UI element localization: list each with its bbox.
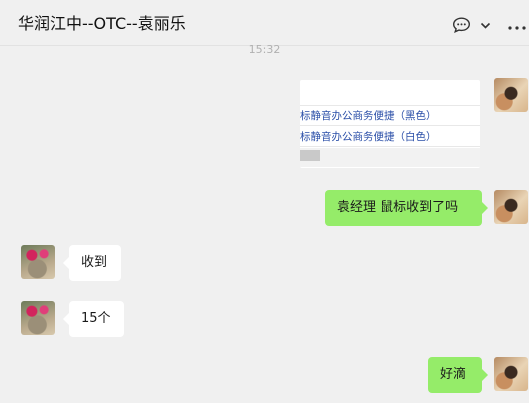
product-line-black: 标静音办公商务便捷（黑色） [300,110,437,122]
product-line-white: 标静音办公商务便捷（白色） [300,131,437,143]
card-scroll-thumb[interactable] [300,150,320,161]
message-bubble-self[interactable]: 好滴 [428,357,482,393]
my-avatar[interactable] [494,357,528,391]
card-scrollbar [300,148,480,167]
my-avatar[interactable] [494,190,528,224]
message-bubble-contact[interactable]: 收到 [69,245,121,281]
chat-bubble-icon[interactable] [452,17,471,33]
product-card[interactable]: 标静音办公商务便捷（黑色） 标静音办公商务便捷（白色） [300,80,480,168]
message-bubble-contact[interactable]: 15个 [69,301,124,337]
contact-avatar[interactable] [21,301,55,335]
bubble-tail [482,202,488,214]
bubble-tail [63,313,69,325]
chevron-down-icon[interactable] [480,22,491,30]
contact-avatar[interactable] [21,245,55,279]
message-timestamp: 15:32 [248,43,281,56]
message-bubble-self[interactable]: 袁经理 鼠标收到了吗 [325,190,482,226]
my-avatar[interactable] [494,78,528,112]
bubble-tail [482,369,488,381]
chat-title[interactable]: 华润江中--OTC--袁丽乐 [18,10,186,34]
chat-header: 华润江中--OTC--袁丽乐 [0,0,529,46]
bubble-tail [63,257,69,269]
more-icon[interactable] [508,26,526,30]
